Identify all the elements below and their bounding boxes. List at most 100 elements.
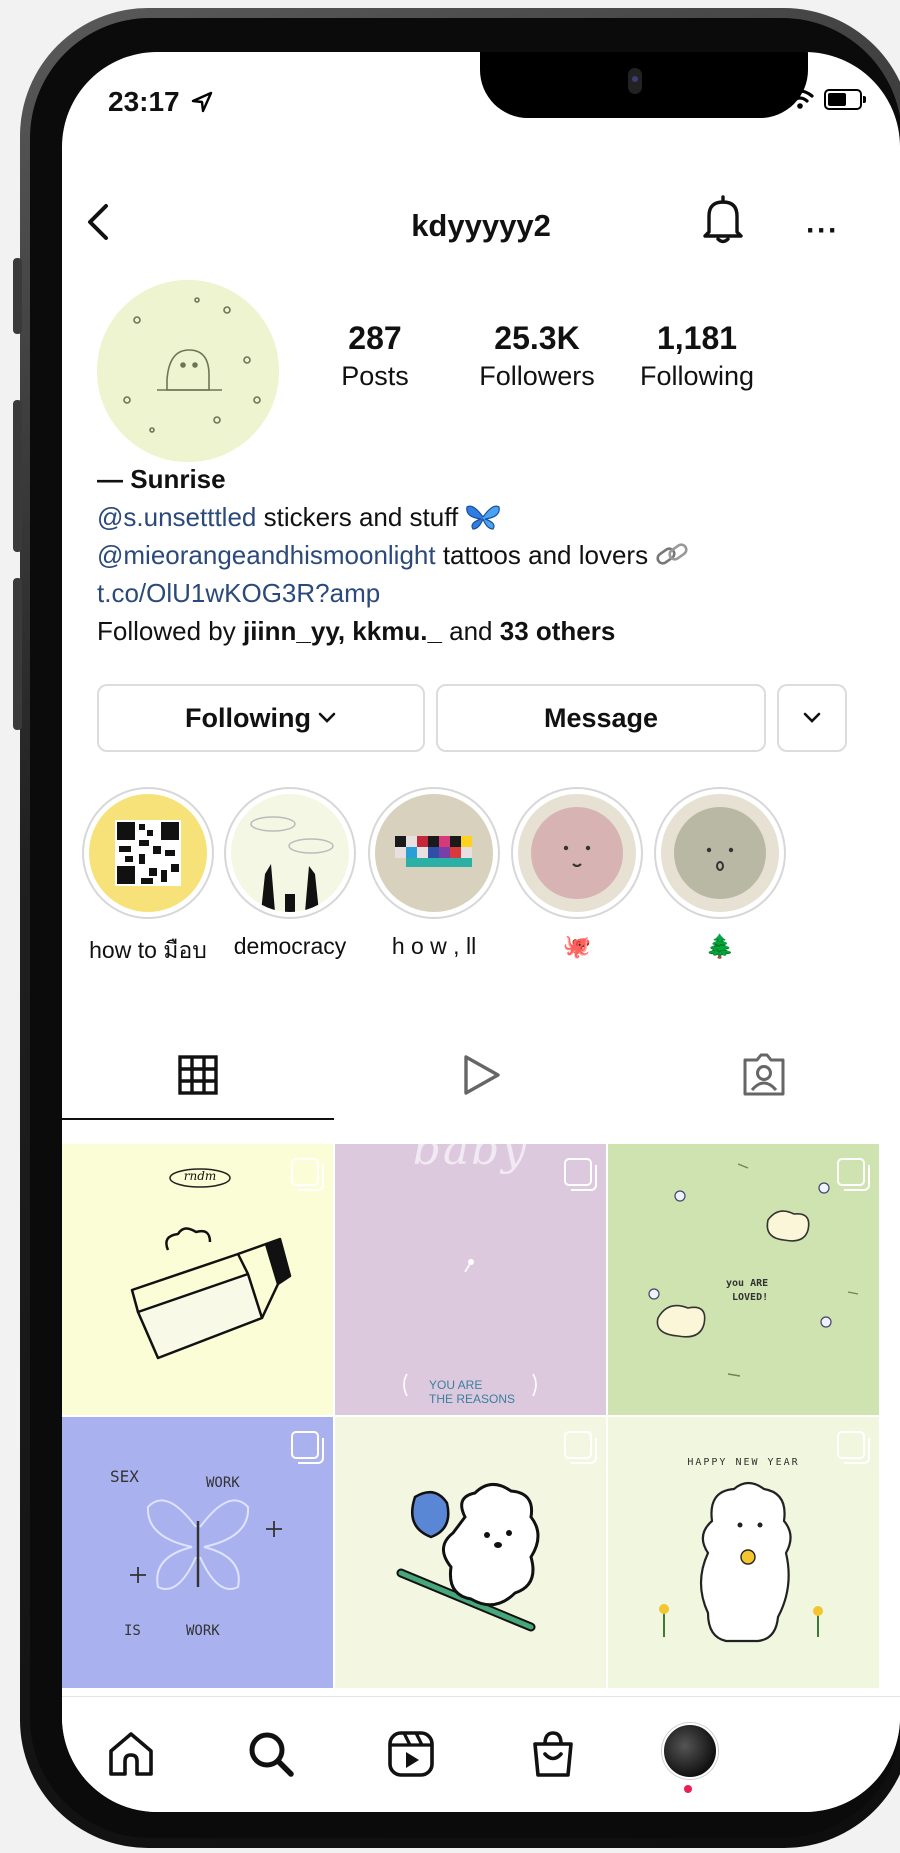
highlight-cover — [661, 794, 779, 912]
profile-username: kdyyyyy2 — [411, 208, 551, 243]
post-2-caption-2: THE REASONS — [429, 1392, 516, 1406]
followed-and: and — [441, 616, 500, 646]
stat-following-value: 1,181 — [656, 320, 738, 356]
status-icons — [747, 88, 866, 110]
profile-avatar-tab[interactable] — [662, 1723, 718, 1779]
highlight-label: democracy — [233, 933, 347, 959]
avatar-drawing — [97, 280, 279, 462]
multi-photo-icon — [291, 1158, 324, 1191]
profile-bio: — Sunrise @s.unsetttled stickers and stu… — [97, 460, 877, 650]
highlight-cover — [518, 794, 636, 912]
stat-posts[interactable]: 287 Posts — [290, 320, 460, 392]
highlight-4[interactable]: 🐙 — [511, 787, 643, 960]
silent-switch — [13, 258, 22, 334]
bio-name: — Sunrise — [97, 464, 226, 494]
followed-users: jiinn_yy, kkmu._ — [242, 616, 442, 646]
cellular-signal-icon — [747, 89, 776, 109]
suggested-accounts-button[interactable] — [777, 684, 847, 752]
reels-icon[interactable] — [386, 1729, 436, 1779]
stat-followers-value: 25.3K — [494, 320, 580, 356]
highlight-ring — [511, 787, 643, 919]
highlight-ring — [224, 787, 356, 919]
link-chain-icon — [656, 543, 688, 565]
highlight-3[interactable]: h o w , ll — [368, 787, 500, 960]
following-button[interactable]: Following — [97, 684, 425, 752]
post-3-caption-2: LOVED! — [732, 1292, 769, 1303]
post-4-text-1: SEX — [110, 1467, 139, 1486]
face-drawing — [674, 807, 766, 899]
stat-following-label: Following — [639, 361, 755, 391]
following-label: Following — [185, 702, 311, 733]
message-label: Message — [543, 702, 659, 733]
highlight-label: how to มือบ — [89, 937, 207, 963]
bio-line-1: @s.unsetttled stickers and stuff — [97, 498, 877, 536]
bio-mention-1[interactable]: @s.unsetttled — [97, 502, 256, 532]
highlight-ring — [368, 787, 500, 919]
highlight-cover — [375, 794, 493, 912]
battery-icon — [824, 88, 866, 110]
bio-text-2: tattoos and lovers — [435, 540, 656, 570]
highlight-2[interactable]: democracy — [224, 787, 356, 960]
highlight-label: h o w , ll — [391, 933, 477, 959]
butterfly-icon — [466, 505, 501, 530]
post-2-caption-1: YOU ARE — [429, 1378, 483, 1392]
highlight-cover — [231, 794, 349, 912]
stat-posts-value: 287 — [348, 320, 402, 356]
followed-prefix: Followed by — [97, 616, 243, 646]
chevron-down-icon — [803, 712, 821, 723]
stat-posts-label: Posts — [341, 361, 409, 391]
highlight-1[interactable]: how to มือบ — [82, 787, 214, 969]
qr-code-icon — [115, 820, 181, 886]
highlight-ring — [82, 787, 214, 919]
bio-mention-2[interactable]: @mieorangeandhismoonlight — [97, 540, 436, 570]
time-text: 23:17 — [108, 86, 180, 117]
highlight-5[interactable]: 🌲 — [654, 787, 786, 960]
search-icon[interactable] — [246, 1729, 296, 1779]
face-drawing — [531, 807, 623, 899]
post-6[interactable]: HAPPY NEW YEAR — [608, 1417, 879, 1688]
profile-tabs — [62, 1032, 900, 1120]
post-4-text-2: WORK — [206, 1475, 240, 1491]
tab-tagged[interactable] — [628, 1032, 900, 1118]
multi-photo-icon — [564, 1431, 597, 1464]
highlight-ring — [654, 787, 786, 919]
post-4-text-4: WORK — [186, 1623, 220, 1639]
stat-following[interactable]: 1,181 Following — [612, 320, 782, 392]
active-tab-underline — [62, 1118, 334, 1120]
bio-link[interactable]: t.co/OlU1wKOG3R?amp — [97, 574, 877, 612]
post-5[interactable] — [335, 1417, 606, 1688]
democracy-drawing — [250, 816, 334, 912]
stat-followers[interactable]: 25.3K Followers — [452, 320, 622, 392]
highlight-cover — [89, 794, 207, 912]
post-1[interactable]: rndm — [62, 1144, 333, 1415]
bio-text-1: stickers and stuff — [256, 502, 466, 532]
tagged-icon — [743, 1053, 785, 1096]
multi-photo-icon — [564, 1158, 597, 1191]
profile-avatar[interactable] — [97, 280, 279, 462]
more-icon[interactable]: ··· — [806, 214, 839, 248]
post-3[interactable]: you ARE LOVED! — [608, 1144, 879, 1415]
tab-grid[interactable] — [62, 1032, 334, 1118]
grid-icon — [178, 1055, 218, 1095]
status-time: 23:17 — [108, 86, 213, 118]
message-button[interactable]: Message — [436, 684, 766, 752]
post-4[interactable]: SEX WORK IS WORK — [62, 1417, 333, 1688]
shop-bag-icon[interactable] — [528, 1729, 578, 1779]
multi-photo-icon — [837, 1431, 870, 1464]
bell-icon[interactable] — [699, 194, 747, 246]
followed-by[interactable]: Followed by jiinn_yy, kkmu._ and 33 othe… — [97, 612, 877, 650]
multi-photo-icon — [291, 1431, 324, 1464]
chevron-down-icon — [318, 712, 336, 723]
post-4-text-3: IS — [124, 1623, 141, 1639]
profile-header: kdyyyyy2 ··· — [62, 192, 900, 252]
home-icon[interactable] — [106, 1729, 156, 1779]
post-3-caption-1: you ARE — [726, 1278, 769, 1289]
highlight-label: 🌲 — [705, 933, 735, 959]
camera — [628, 68, 642, 94]
post-2[interactable]: baby YOU ARE THE REASONS — [335, 1144, 606, 1415]
wifi-icon — [786, 89, 814, 109]
followed-others: 33 others — [499, 616, 616, 646]
tab-reels[interactable] — [345, 1032, 617, 1118]
bottom-navigation — [62, 1696, 900, 1812]
multi-photo-icon — [837, 1158, 870, 1191]
